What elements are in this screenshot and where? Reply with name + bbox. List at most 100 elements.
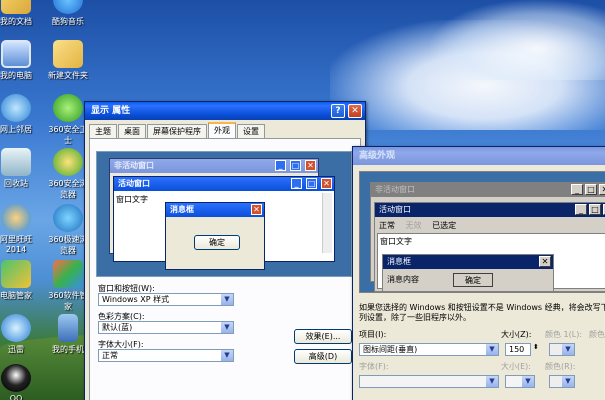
qq-penguin-icon — [1, 364, 31, 392]
classic-msgbox-title: 消息框 — [387, 257, 411, 266]
window-title: 高级外观 — [359, 151, 396, 161]
color1-label: 颜色 1(L): — [545, 330, 583, 339]
advanced-preview: 非活动窗口 _ □ ✕ 活动窗口 _ □ ✕ 正常 无效 已选定 窗口文字 — [359, 171, 605, 293]
desktop-icon-qq[interactable]: QQ — [0, 364, 38, 400]
close-icon: ✕ — [321, 178, 332, 189]
classic-msg-content: 消息内容 — [387, 275, 419, 284]
phone-icon — [58, 314, 78, 342]
effects-button[interactable]: 效果(E)... — [294, 329, 352, 344]
preview-active-title: 活动窗口 — [118, 179, 150, 188]
menu-disabled: 无效 — [405, 221, 422, 230]
network-icon — [1, 94, 31, 122]
tab-strip: 主题 桌面 屏幕保护程序 外观 设置 — [89, 122, 266, 138]
chevron-down-icon: ▼ — [522, 376, 534, 387]
desktop-icon-pc-manager[interactable]: 电脑管家 — [0, 260, 38, 301]
close-icon: ✕ — [599, 184, 605, 195]
chevron-down-icon: ▼ — [221, 322, 233, 333]
color1-picker[interactable]: ▼ — [549, 343, 575, 356]
font-label: 字体(F): — [359, 362, 389, 371]
recycle-bin-icon — [1, 148, 31, 176]
preview-ok-button: 确定 — [194, 235, 240, 250]
color2-label: 颜色 2(2): — [589, 330, 605, 339]
desktop-icon-xunlei[interactable]: 迅雷 — [0, 314, 38, 355]
item-select[interactable]: 图标间距(垂直) ▼ — [359, 343, 499, 356]
tab-settings[interactable]: 设置 — [237, 124, 265, 138]
preview-message-box: 消息框 ✕ 确定 — [165, 202, 265, 270]
close-button[interactable]: ✕ — [348, 104, 362, 118]
item-label: 项目(I): — [359, 330, 387, 339]
tab-screensaver[interactable]: 屏幕保护程序 — [147, 124, 207, 138]
folder-icon — [1, 0, 31, 14]
appearance-preview: 非活动窗口 _ □ ✕ 活动窗口 _ □ ✕ 窗口文字 消息框 ✕ 确定 — [96, 151, 352, 277]
minimize-icon: _ — [275, 160, 286, 171]
classic-inactive-title: 非活动窗口 — [375, 185, 415, 194]
font-color-picker[interactable]: ▼ — [549, 375, 575, 388]
tab-appearance[interactable]: 外观 — [208, 122, 236, 138]
advanced-description: 如果您选择的 Windows 和按钮设置不是 Windows 经典，将会改写下列… — [359, 303, 605, 322]
spinner-arrows-icon[interactable]: ⬍ — [533, 343, 539, 351]
advanced-appearance-titlebar[interactable]: 高级外观 — [353, 147, 605, 165]
chevron-down-icon: ▼ — [486, 344, 498, 355]
close-icon: ✕ — [251, 204, 262, 215]
advanced-appearance-window: 高级外观 非活动窗口 _ □ ✕ 活动窗口 _ □ ✕ 正常 无效 已选定 — [352, 146, 605, 400]
xunlei-icon — [1, 314, 31, 342]
folder-icon — [53, 40, 83, 68]
classic-window-text: 窗口文字 — [380, 237, 412, 246]
preview-inactive-title: 非活动窗口 — [114, 161, 154, 170]
maximize-icon: □ — [290, 160, 301, 171]
appearance-panel: 非活动窗口 _ □ ✕ 活动窗口 _ □ ✕ 窗口文字 消息框 ✕ 确定 窗口和… — [89, 138, 361, 400]
font-size-label: 大小(E): — [501, 362, 531, 371]
font-color-label: 颜色(R): — [545, 362, 576, 371]
minimize-icon: _ — [575, 204, 587, 215]
desktop-icon-new-folder[interactable]: 新建文件夹 — [46, 40, 90, 81]
chevron-down-icon: ▼ — [562, 376, 574, 387]
desktop-icon-recycle-bin[interactable]: 回收站 — [0, 148, 38, 189]
maximize-icon: □ — [589, 204, 601, 215]
color-scheme-select[interactable]: 默认(蓝) ▼ — [98, 321, 234, 334]
kugou-icon — [53, 0, 83, 14]
maximize-icon: □ — [306, 178, 317, 189]
advanced-button[interactable]: 高级(D) — [294, 349, 352, 364]
chevron-down-icon: ▼ — [221, 350, 233, 361]
size-spinner[interactable]: 150 — [505, 343, 531, 356]
menu-normal: 正常 — [379, 221, 395, 230]
desktop-icon-kugou[interactable]: 酷狗音乐 — [46, 0, 90, 27]
desktop-icon-my-documents[interactable]: 我的文档 — [0, 0, 38, 27]
menu-selected: 已选定 — [432, 221, 457, 230]
chevron-down-icon: ▼ — [486, 376, 498, 387]
sky-cloud — [430, 0, 605, 80]
size-label: 大小(Z): — [501, 330, 532, 339]
maximize-icon: □ — [585, 184, 597, 195]
tab-desktop[interactable]: 桌面 — [118, 124, 146, 138]
preview-scrollbar — [322, 193, 332, 253]
window-title: 显示 属性 — [91, 106, 131, 116]
chevron-down-icon: ▼ — [221, 294, 233, 305]
close-icon: ✕ — [305, 160, 316, 171]
font-size-select[interactable]: 正常 ▼ — [98, 349, 234, 362]
aliwangwang-icon — [1, 204, 31, 232]
classic-ok-button: 确定 — [453, 273, 493, 287]
360-speed-browser-icon — [53, 204, 83, 232]
minimize-icon: _ — [291, 178, 302, 189]
desktop-icon-my-computer[interactable]: 我的电脑 — [0, 40, 38, 81]
pc-manager-icon — [1, 260, 31, 288]
help-button[interactable]: ? — [331, 104, 345, 118]
360-browser-icon — [53, 148, 83, 176]
360-safe-icon — [53, 94, 83, 122]
desktop-icon-network[interactable]: 网上邻居 — [0, 94, 38, 135]
360-software-icon — [53, 260, 83, 288]
close-icon: ✕ — [539, 256, 551, 267]
classic-message-box: 消息框 ✕ 消息内容 确定 — [382, 254, 554, 292]
chevron-down-icon: ▼ — [562, 344, 574, 355]
tab-theme[interactable]: 主题 — [89, 124, 117, 138]
font-size-select[interactable]: ▼ — [505, 375, 535, 388]
display-properties-window: 显示 属性 ? ✕ 主题 桌面 屏幕保护程序 外观 设置 非活动窗口 _ □ ✕ — [84, 101, 366, 400]
font-select[interactable]: ▼ — [359, 375, 499, 388]
preview-window-text: 窗口文字 — [116, 195, 148, 204]
classic-active-title: 活动窗口 — [379, 205, 411, 214]
classic-menu-bar: 正常 无效 已选定 — [379, 220, 456, 231]
window-style-select[interactable]: Windows XP 样式 ▼ — [98, 293, 234, 306]
minimize-icon: _ — [571, 184, 583, 195]
display-properties-titlebar[interactable]: 显示 属性 ? ✕ — [85, 102, 365, 120]
desktop-icon-aliwangwang[interactable]: 阿里旺旺 2014 — [0, 204, 38, 254]
